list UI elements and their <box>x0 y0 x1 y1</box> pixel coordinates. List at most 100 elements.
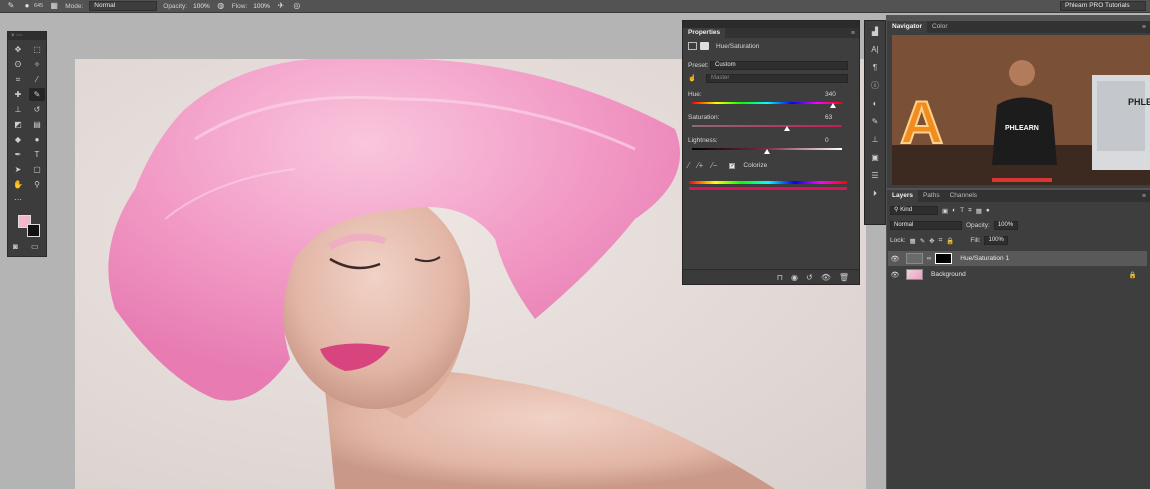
saturation-value[interactable]: 63 <box>825 114 832 121</box>
lock-artboard-icon[interactable]: ⌗ <box>939 237 943 245</box>
properties-icon[interactable]: ☰ <box>865 168 885 183</box>
brush-tool-icon[interactable]: ✎ <box>6 1 16 11</box>
eyedropper-plus-icon[interactable]: ⁄+ <box>697 161 703 170</box>
lock-all-icon[interactable]: 🔒 <box>946 237 954 245</box>
lasso-tool-icon[interactable]: ʘ <box>10 58 26 71</box>
blend-mode-select[interactable]: Normal <box>890 221 962 230</box>
lightness-value[interactable]: 0 <box>825 137 829 144</box>
histogram-icon[interactable]: ▟ <box>865 24 885 39</box>
timeline-icon[interactable]: ⏵ <box>865 186 885 201</box>
history-brush-tool-icon[interactable]: ↺ <box>29 103 45 116</box>
quick-mask-icon[interactable]: ◙ <box>13 242 18 251</box>
tab-paths[interactable]: Paths <box>918 190 945 202</box>
mask-icon[interactable] <box>700 42 709 50</box>
tools-panel-header[interactable]: × ⋯ <box>8 32 46 40</box>
hand-tool-icon[interactable]: ✋ <box>10 178 26 191</box>
layer-row-background[interactable]: 👁 Background 🔒 <box>888 267 1147 282</box>
tab-channels[interactable]: Channels <box>945 190 982 202</box>
workspace-select[interactable]: Phlearn PRO Tutorials <box>1060 1 1146 11</box>
hue-label: Hue: <box>688 91 702 98</box>
edit-toolbar-icon[interactable]: ⋯ <box>10 193 26 206</box>
hue-slider-thumb[interactable] <box>830 103 836 108</box>
adjustments-icon[interactable]: ◐ <box>865 96 885 111</box>
crop-tool-icon[interactable]: ⌗ <box>10 73 26 86</box>
filter-shape-icon[interactable]: ⌗ <box>968 207 972 215</box>
clone-stamp-tool-icon[interactable]: ⊥ <box>10 103 26 116</box>
layers-menu-icon[interactable]: ≡ <box>1142 193 1146 200</box>
styles-icon[interactable]: ▣ <box>865 150 885 165</box>
eyedropper-icon[interactable]: ⁄ <box>688 161 689 170</box>
filter-toggle-icon[interactable]: ● <box>986 207 990 214</box>
layer-name[interactable]: Background <box>931 271 966 278</box>
saturation-slider-track[interactable] <box>692 125 842 127</box>
fill-value[interactable]: 100% <box>984 236 1009 245</box>
blur-tool-icon[interactable]: ◆ <box>10 133 26 146</box>
layer-row-hue-saturation[interactable]: 👁 ∞ Hue/Saturation 1 <box>888 251 1147 266</box>
opacity-value[interactable]: 100% <box>193 3 210 10</box>
lightness-slider-thumb[interactable] <box>764 149 770 154</box>
filter-type-icon[interactable]: T <box>960 207 964 214</box>
lock-pixels-icon[interactable]: ✎ <box>920 237 925 245</box>
tab-layers[interactable]: Layers <box>887 190 918 202</box>
filter-pixel-icon[interactable]: ▣ <box>942 207 948 215</box>
healing-brush-tool-icon[interactable]: ✚ <box>10 88 26 101</box>
eraser-tool-icon[interactable]: ◩ <box>10 118 26 131</box>
mode-select[interactable]: Normal <box>89 1 158 11</box>
delete-icon[interactable]: 🗑 <box>839 273 849 282</box>
tab-color[interactable]: Color <box>927 21 953 33</box>
dodge-tool-icon[interactable]: ● <box>29 133 45 146</box>
gradient-tool-icon[interactable]: ▤ <box>29 118 45 131</box>
hue-slider-track[interactable] <box>692 102 842 104</box>
flow-value[interactable]: 100% <box>253 3 270 10</box>
marquee-tool-icon[interactable]: ⬚ <box>29 43 45 56</box>
type-tool-icon[interactable]: T <box>29 148 45 161</box>
tab-properties[interactable]: Properties <box>683 28 726 38</box>
layer-name[interactable]: Hue/Saturation 1 <box>960 255 1009 262</box>
pressure-opacity-icon[interactable]: ◍ <box>216 1 226 11</box>
magic-wand-tool-icon[interactable]: ✧ <box>29 58 45 71</box>
layer-mask-thumbnail[interactable] <box>935 253 953 264</box>
brush-panel-icon[interactable]: ▦ <box>49 1 59 11</box>
brush-settings-icon[interactable]: ✎ <box>865 114 885 129</box>
navigator-menu-icon[interactable]: ≡ <box>1142 24 1146 31</box>
eyedropper-minus-icon[interactable]: ⁄− <box>711 161 717 170</box>
background-color-swatch[interactable] <box>27 224 40 237</box>
tab-navigator[interactable]: Navigator <box>887 21 927 33</box>
screen-mode-icon[interactable]: ▭ <box>31 242 39 251</box>
info-icon[interactable]: ⓘ <box>865 78 885 93</box>
path-selection-tool-icon[interactable]: ➤ <box>10 163 26 176</box>
layer-visibility-eye-icon[interactable]: 👁 <box>888 271 902 279</box>
filter-adjustment-icon[interactable]: ◐ <box>952 207 956 214</box>
panel-menu-icon[interactable]: ≡ <box>851 30 855 37</box>
clone-source-icon[interactable]: ⊥ <box>865 132 885 147</box>
brush-preset-icon[interactable]: ● <box>22 1 32 11</box>
targeted-adjustment-icon[interactable]: ☝ <box>688 74 696 82</box>
pen-tool-icon[interactable]: ✒ <box>10 148 26 161</box>
toggle-visibility-icon[interactable]: 👁 <box>821 273 831 282</box>
reset-icon[interactable]: ↺ <box>806 273 813 282</box>
preset-select[interactable]: Custom <box>710 61 848 70</box>
move-tool-icon[interactable]: ✥ <box>10 43 26 56</box>
pressure-size-icon[interactable]: ◎ <box>292 1 302 11</box>
filter-smart-object-icon[interactable]: ▦ <box>976 207 982 215</box>
saturation-slider-thumb[interactable] <box>783 126 790 131</box>
airbrush-icon[interactable]: ✈ <box>276 1 286 11</box>
hue-value[interactable]: 340 <box>825 91 836 98</box>
view-previous-icon[interactable]: ◉ <box>791 273 798 282</box>
colorize-checkbox[interactable]: ✓ <box>729 162 736 169</box>
lock-position-icon[interactable]: ✥ <box>929 237 934 245</box>
lock-transparent-icon[interactable]: ▦ <box>910 237 916 245</box>
zoom-tool-icon[interactable]: ⚲ <box>29 178 45 191</box>
shape-tool-icon[interactable]: ▢ <box>29 163 45 176</box>
layer-visibility-eye-icon[interactable]: 👁 <box>888 255 902 263</box>
character-icon[interactable]: A| <box>865 42 885 57</box>
properties-panel-topbar[interactable] <box>683 21 859 28</box>
paragraph-icon[interactable]: ¶ <box>865 60 885 75</box>
clip-to-layer-icon[interactable]: ⊓ <box>777 273 783 282</box>
layer-filter-select[interactable]: ⚲ Kind <box>890 206 938 215</box>
channel-select[interactable]: Master <box>706 74 848 83</box>
navigator-preview[interactable]: PHLEARN A PHLEARN <box>892 35 1150 185</box>
layer-opacity-value[interactable]: 100% <box>993 221 1018 230</box>
brush-tool-icon[interactable]: ✎ <box>29 88 45 101</box>
eyedropper-tool-icon[interactable]: ⁄ <box>29 73 45 86</box>
